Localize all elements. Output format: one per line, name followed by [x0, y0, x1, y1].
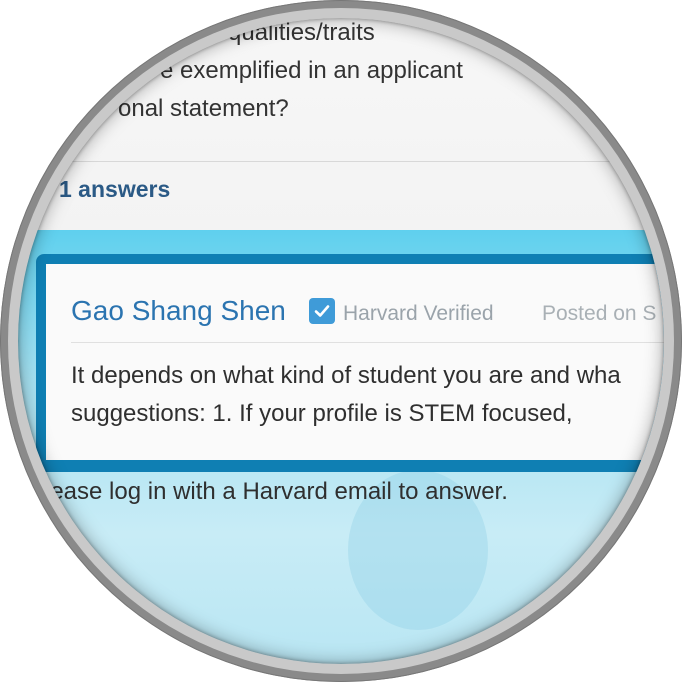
answers-count: 1 answers — [59, 176, 171, 202]
answer-line: suggestions: 1. If your profile is STEM … — [71, 400, 573, 427]
answer-card-body: Gao Shang Shen Harvard Verified Posted o… — [46, 264, 664, 460]
answer-card: Gao Shang Shen Harvard Verified Posted o… — [36, 254, 664, 472]
question-line: qualities/traits — [228, 19, 375, 46]
verified-check-icon — [309, 298, 335, 324]
answer-text: It depends on what kind of student you a… — [71, 357, 664, 433]
divider — [48, 161, 664, 162]
question-section: qualities/traits e exemplified in an app… — [18, 18, 664, 230]
divider — [71, 342, 664, 343]
posted-date: Posted on S — [542, 302, 657, 325]
verified-label: Harvard Verified — [343, 302, 494, 325]
author-link[interactable]: Gao Shang Shen — [71, 295, 286, 327]
login-prompt: lease log in with a Harvard email to ans… — [45, 478, 508, 505]
question-text: qualities/traits e exemplified in an app… — [88, 18, 664, 128]
question-line: onal statement? — [118, 95, 289, 122]
magnified-view: qualities/traits e exemplified in an app… — [18, 18, 664, 664]
question-line: e exemplified in an applicant — [160, 57, 463, 84]
answer-line: It depends on what kind of student you a… — [71, 362, 621, 389]
